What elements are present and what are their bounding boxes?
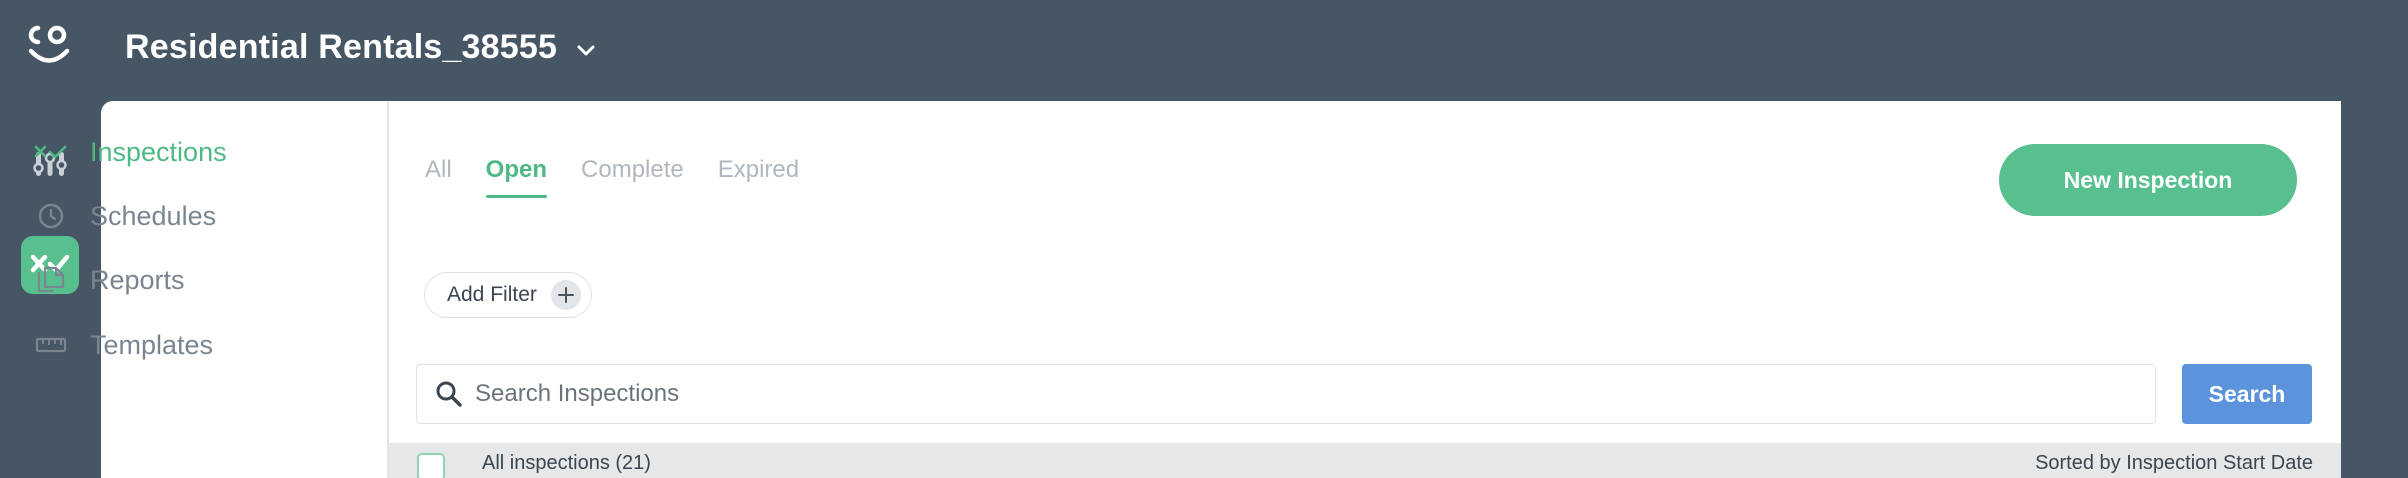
list-header: All inspections (21) Sorted by Inspectio… — [389, 443, 2341, 478]
sidenav-label: Reports — [90, 264, 185, 295]
search-button[interactable]: Search — [2182, 364, 2312, 424]
all-inspections-count: All inspections (21) — [482, 452, 651, 474]
sidenav-item-templates[interactable]: Templates — [34, 325, 213, 365]
tab-complete[interactable]: Complete — [581, 156, 684, 198]
sidenav-label: Schedules — [90, 200, 217, 231]
plus-icon — [550, 280, 581, 310]
reports-icon — [34, 263, 68, 297]
search-icon — [436, 381, 462, 407]
search-input[interactable] — [475, 380, 2075, 408]
select-all-checkbox[interactable] — [417, 453, 445, 478]
chevron-down-icon — [577, 45, 595, 55]
status-tabs: All Open Complete Expired — [425, 156, 799, 198]
add-filter-label: Add Filter — [447, 283, 537, 306]
workspace-switcher[interactable]: Residential Rentals_38555 — [125, 28, 597, 67]
app-rail — [0, 0, 100, 478]
sidenav-divider — [387, 101, 389, 478]
workspace-title: Residential Rentals_38555 — [125, 28, 558, 66]
search-field[interactable] — [416, 364, 2156, 424]
sidenav-item-inspections[interactable]: Inspections — [34, 132, 227, 172]
sidenav-item-reports[interactable]: Reports — [34, 260, 185, 300]
tab-open[interactable]: Open — [485, 156, 548, 198]
add-filter-button[interactable]: Add Filter — [424, 272, 592, 318]
sidenav-label: Templates — [90, 329, 214, 360]
co-smiley-logo-icon[interactable] — [24, 22, 74, 72]
ruler-icon — [34, 328, 68, 362]
sidenav-item-schedules[interactable]: Schedules — [34, 196, 216, 236]
inspections-icon — [34, 135, 68, 169]
sidenav-label: Inspections — [90, 136, 227, 167]
new-inspection-button[interactable]: New Inspection — [1999, 144, 2297, 216]
clock-icon — [34, 199, 68, 233]
tab-all[interactable]: All — [425, 156, 452, 198]
sort-indicator[interactable]: Sorted by Inspection Start Date — [2035, 452, 2313, 475]
tab-expired[interactable]: Expired — [718, 156, 799, 198]
